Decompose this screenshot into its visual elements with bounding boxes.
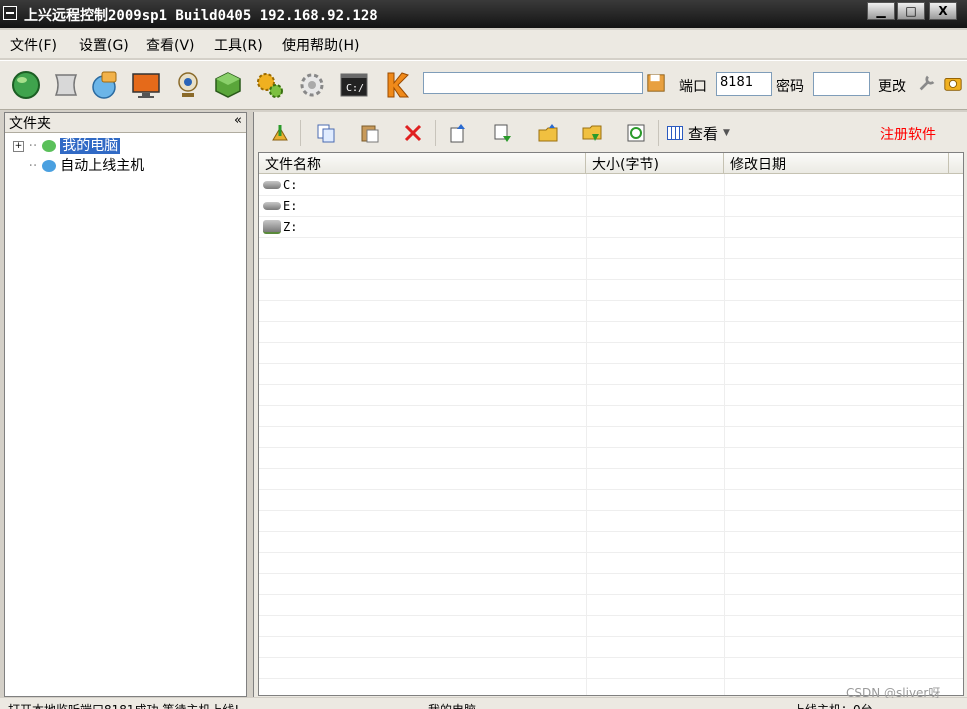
tree-item-label: 我的电脑: [60, 138, 121, 154]
svg-text:C:/: C:/: [346, 83, 364, 94]
plugin-icon[interactable]: [380, 69, 412, 101]
view-button[interactable]: 查看 ▼: [667, 119, 753, 147]
system-menu-icon[interactable]: [3, 6, 17, 20]
settings-gear-icon[interactable]: [296, 69, 328, 101]
wrench-icon[interactable]: [915, 71, 939, 95]
camera-icon[interactable]: [941, 71, 965, 95]
folder-refresh-icon[interactable]: [578, 119, 606, 147]
webcam-icon[interactable]: [172, 69, 204, 101]
monitor-icon[interactable]: [130, 69, 162, 101]
column-header-spacer: [949, 153, 963, 174]
network-drive-icon: [263, 220, 281, 234]
port-input[interactable]: 8181: [716, 72, 772, 96]
register-software-link[interactable]: 注册软件: [880, 124, 936, 144]
menu-bar: 文件(F) 设置(G) 查看(V) 工具(R) 使用帮助(H): [0, 30, 967, 58]
download-icon[interactable]: [488, 119, 516, 147]
console-icon[interactable]: C:/: [338, 69, 370, 101]
close-button[interactable]: X: [929, 2, 957, 20]
password-label: 密码: [776, 79, 804, 95]
address-input[interactable]: [423, 72, 643, 94]
file-name: C:: [283, 178, 298, 192]
save-icon[interactable]: [645, 71, 667, 95]
column-header-size[interactable]: 大小(字节): [586, 153, 724, 174]
chevron-down-icon: ▼: [723, 128, 730, 138]
window-title: 上兴远程控制2009sp1 Build0405 192.168.92.128: [24, 8, 378, 24]
gears-icon[interactable]: [254, 69, 286, 101]
file-name: E:: [283, 199, 298, 213]
drive-icon: [263, 202, 281, 210]
file-name: Z:: [283, 220, 298, 234]
file-list[interactable]: 文件名称 大小(字节) 修改日期 C: E: Z:: [258, 152, 964, 696]
view-label: 查看: [688, 124, 719, 143]
folder-panel-title: 文件夹: [9, 116, 51, 132]
up-folder-icon[interactable]: [266, 119, 294, 147]
file-row[interactable]: Z:: [263, 217, 297, 237]
new-folder-icon[interactable]: [534, 119, 562, 147]
view-grid-icon: [667, 126, 683, 140]
globe-icon[interactable]: [10, 69, 42, 101]
main-toolbar: C:/ 端口 8181 密码 更改: [0, 60, 967, 110]
menu-view[interactable]: 查看(V): [146, 35, 195, 55]
menu-help[interactable]: 使用帮助(H): [282, 35, 359, 55]
menu-tools[interactable]: 工具(R): [214, 35, 263, 55]
upload-icon[interactable]: [444, 119, 472, 147]
network-icon[interactable]: [88, 69, 120, 101]
file-panel: 查看 ▼ 注册软件 文件名称 大小(字节) 修改日期 C: E: Z:: [253, 112, 967, 697]
copy-icon[interactable]: [312, 119, 340, 147]
refresh-icon[interactable]: [622, 119, 650, 147]
folder-panel-header: 文件夹 «: [5, 113, 246, 133]
menu-settings[interactable]: 设置(G): [79, 35, 129, 55]
expand-icon[interactable]: +: [13, 140, 24, 152]
menu-file[interactable]: 文件(F): [10, 35, 57, 55]
hosts-icon: [41, 160, 56, 172]
computer-icon: [41, 140, 56, 152]
tree-item-label: 自动上线主机: [60, 158, 145, 174]
delete-icon[interactable]: [399, 119, 427, 147]
paste-icon[interactable]: [356, 119, 384, 147]
folder-panel: 文件夹 « + ·· 我的电脑 ·· 自动上线主机: [4, 112, 247, 697]
tree-item-auto-online-hosts[interactable]: ·· 自动上线主机: [13, 155, 145, 174]
status-location: 我的电脑: [428, 701, 476, 709]
file-row[interactable]: E:: [263, 196, 297, 216]
status-bar: 打开本地监听端口8181成功,等待主机上线! 我的电脑 上线主机：0台: [0, 698, 967, 709]
scroll-icon[interactable]: [50, 69, 82, 101]
password-input[interactable]: [813, 72, 870, 96]
collapse-panel-button[interactable]: «: [234, 113, 242, 128]
cube-icon[interactable]: [212, 69, 244, 101]
status-host-count: 上线主机：0台: [793, 701, 873, 709]
minimize-button[interactable]: ▁: [867, 2, 895, 20]
drive-icon: [263, 181, 281, 189]
file-row[interactable]: C:: [263, 175, 297, 195]
status-message: 打开本地监听端口8181成功,等待主机上线!: [8, 701, 239, 709]
maximize-button[interactable]: □: [897, 2, 925, 20]
change-button[interactable]: 更改: [878, 76, 906, 96]
column-header-name[interactable]: 文件名称: [259, 153, 586, 174]
port-label: 端口: [679, 79, 707, 95]
tree-item-my-computer[interactable]: + ·· 我的电脑: [13, 135, 121, 154]
title-bar[interactable]: 上兴远程控制2009sp1 Build0405 192.168.92.128 ▁…: [0, 0, 967, 28]
column-header-date[interactable]: 修改日期: [724, 153, 949, 174]
